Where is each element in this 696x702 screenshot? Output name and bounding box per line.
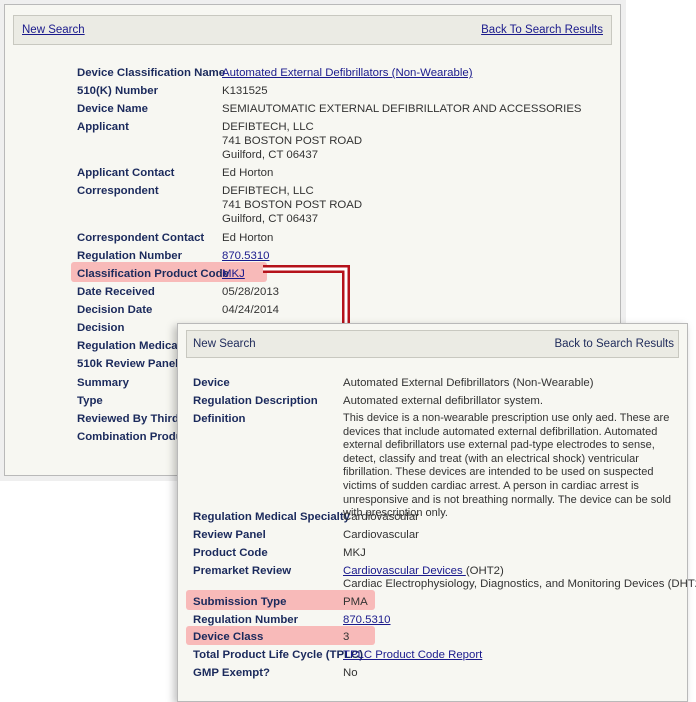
label-product-code: Product Code <box>193 547 268 559</box>
value-device: Automated External Defibrillators (Non-W… <box>343 377 594 389</box>
back-to-search-results-link-2[interactable]: Back to Search Results <box>554 338 674 350</box>
value-submission-type: PMA <box>343 596 368 608</box>
premarket-review-link[interactable]: Cardiovascular Devices <box>343 565 466 577</box>
label-regulation-number-2: Regulation Number <box>193 614 299 626</box>
label-device-class: Device Class <box>193 631 264 643</box>
value-premarket-review-division: Cardiac Electrophysiology, Diagnostics, … <box>343 578 696 590</box>
value-definition: This device is a non-wearable prescripti… <box>343 412 671 520</box>
value-regulation-medical-specialty: Cardiovascular <box>343 511 419 523</box>
value-gmp-exempt: No <box>343 667 358 679</box>
label-tplc: Total Product Life Cycle (TPLC) <box>193 649 364 661</box>
value-device-class: 3 <box>343 631 350 643</box>
label-submission-type: Submission Type <box>193 596 287 608</box>
label-regulation-medical-specialty-2: Regulation Medical Specialty <box>193 511 350 523</box>
value-product-code: MKJ <box>343 547 366 559</box>
label-definition: Definition <box>193 413 246 425</box>
regulation-number-link-2[interactable]: 870.5310 <box>343 614 391 626</box>
premarket-review-office: (OHT2) <box>465 565 504 577</box>
label-premarket-review: Premarket Review <box>193 565 292 577</box>
label-review-panel: Review Panel <box>193 529 266 541</box>
tplc-report-link[interactable]: TPLC Product Code Report <box>343 649 482 661</box>
value-regulation-description: Automated external defibrillator system. <box>343 395 544 407</box>
new-search-link-2[interactable]: New Search <box>193 338 256 350</box>
label-regulation-description: Regulation Description <box>193 395 318 407</box>
label-device: Device <box>193 377 230 389</box>
label-gmp-exempt: GMP Exempt? <box>193 667 271 679</box>
product-classification-screenshot: New Search Back to Search Results Device… <box>177 323 696 702</box>
top-nav-bar-2: New Search Back to Search Results <box>186 330 679 358</box>
value-review-panel: Cardiovascular <box>343 529 419 541</box>
